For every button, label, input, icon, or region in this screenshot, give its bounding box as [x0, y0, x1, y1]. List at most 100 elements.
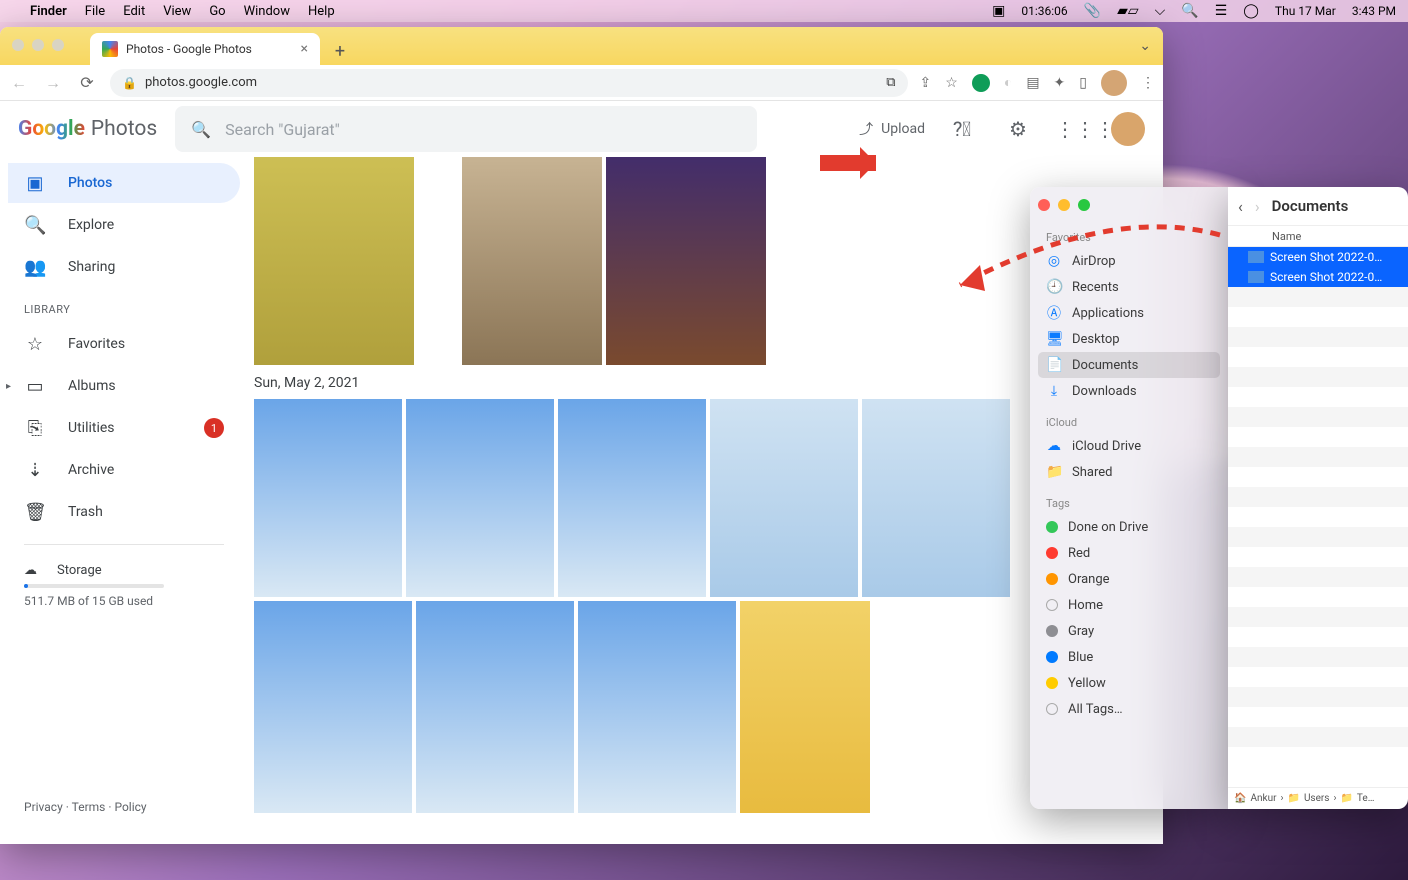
photo-thumbnail[interactable] [254, 601, 412, 813]
menu-go[interactable]: Go [209, 4, 225, 19]
photo-thumbnail[interactable] [606, 157, 766, 365]
apps-grid-icon[interactable]: ⋮⋮⋮ [1055, 117, 1093, 141]
back-button[interactable]: ‹ [1238, 197, 1243, 216]
photo-thumbnail[interactable] [740, 601, 870, 813]
menu-view[interactable]: View [163, 4, 191, 19]
file-row[interactable] [1228, 307, 1408, 327]
sidepanel-icon[interactable]: ▯ [1079, 75, 1087, 91]
window-traffic-lights[interactable] [12, 39, 64, 51]
sidebar-tag[interactable]: Blue [1038, 644, 1220, 670]
forward-button[interactable]: → [42, 73, 64, 93]
star-icon[interactable]: ☆ [945, 75, 958, 91]
sidebar-tag[interactable]: Home [1038, 592, 1220, 618]
file-row[interactable] [1228, 287, 1408, 307]
sidebar-item-photos[interactable]: ▣Photos [8, 163, 240, 203]
file-row[interactable] [1228, 447, 1408, 467]
file-row[interactable] [1228, 367, 1408, 387]
sidebar-item-explore[interactable]: 🔍Explore [8, 205, 240, 245]
photo-thumbnail[interactable] [254, 157, 414, 365]
settings-icon[interactable]: ⚙ [999, 117, 1037, 141]
file-row[interactable] [1228, 567, 1408, 587]
file-row[interactable] [1228, 707, 1408, 727]
forward-button[interactable]: › [1255, 197, 1260, 216]
file-row[interactable] [1228, 687, 1408, 707]
file-row[interactable] [1228, 467, 1408, 487]
footer-terms-link[interactable]: Terms [72, 800, 106, 814]
file-row[interactable] [1228, 587, 1408, 607]
photo-thumbnail[interactable] [862, 399, 1010, 597]
search-input[interactable]: 🔍 Search "Gujarat" [175, 106, 757, 152]
sidebar-item-archive[interactable]: ⇣Archive [8, 450, 240, 490]
menubar-time[interactable]: 3:43 PM [1352, 4, 1396, 18]
sidebar-tag[interactable]: Gray [1038, 618, 1220, 644]
file-row[interactable] [1228, 607, 1408, 627]
menu-edit[interactable]: Edit [123, 4, 145, 19]
photo-thumbnail[interactable] [462, 157, 602, 365]
sidebar-item-albums[interactable]: ▸▭Albums [8, 366, 240, 406]
path-bar[interactable]: 🏠Ankur› 📁Users› 📁Te… [1228, 787, 1408, 809]
sidebar-tag[interactable]: Done on Drive [1038, 514, 1220, 540]
expand-caret-icon[interactable]: ▸ [6, 381, 11, 392]
file-row[interactable] [1228, 347, 1408, 367]
file-row[interactable] [1228, 727, 1408, 747]
sidebar-item-trash[interactable]: 🗑Trash [8, 492, 240, 532]
file-row[interactable] [1228, 427, 1408, 447]
sidebar-tag[interactable]: All Tags… [1038, 696, 1220, 722]
account-avatar[interactable] [1111, 112, 1145, 146]
upload-button[interactable]: ⤴ Upload [859, 119, 925, 139]
browser-tab[interactable]: Photos - Google Photos × [90, 33, 320, 65]
menubar-app-name[interactable]: Finder [30, 4, 67, 19]
share-icon[interactable]: ⇪ [920, 75, 932, 91]
wifi-icon[interactable]: ⌵ [1155, 3, 1166, 19]
footer-policy-link[interactable]: Policy [114, 800, 146, 814]
photo-thumbnail[interactable] [578, 601, 736, 813]
open-in-new-icon[interactable]: ⧉ [886, 75, 895, 90]
file-row[interactable] [1228, 407, 1408, 427]
new-tab-button[interactable]: + [326, 37, 354, 65]
back-button[interactable]: ← [8, 73, 30, 93]
sidebar-tag[interactable]: Orange [1038, 566, 1220, 592]
screen-record-icon[interactable]: ▣ [992, 3, 1005, 19]
address-bar[interactable]: 🔒 photos.google.com ⧉ [110, 69, 908, 97]
help-icon[interactable]: ?⃝ [943, 117, 981, 141]
extensions-puzzle-icon[interactable]: ✦ [1054, 75, 1066, 91]
menu-window[interactable]: Window [244, 4, 290, 19]
control-center-icon[interactable]: ☰ [1215, 3, 1228, 19]
file-row[interactable] [1228, 387, 1408, 407]
menu-file[interactable]: File [85, 4, 105, 19]
sidebar-item-shared[interactable]: 📁Shared [1038, 459, 1220, 485]
sidebar-item-favorites[interactable]: ☆Favorites [8, 324, 240, 364]
file-row[interactable]: Screen Shot 2022-0… [1228, 267, 1408, 287]
window-traffic-lights[interactable] [1038, 199, 1220, 211]
extension-icon[interactable]: ▤ [1026, 75, 1039, 91]
attachment-icon[interactable]: 📎 [1084, 3, 1101, 19]
photo-thumbnail[interactable] [710, 399, 858, 597]
sidebar-item-documents[interactable]: 📄Documents [1038, 352, 1220, 378]
gphotos-logo[interactable]: Google Photos [18, 117, 157, 141]
battery-icon[interactable]: ▰▱ [1117, 3, 1139, 19]
sidebar-item-icloud-drive[interactable]: ☁iCloud Drive [1038, 433, 1220, 459]
chrome-menu-icon[interactable]: ⋮ [1141, 75, 1155, 91]
file-row[interactable] [1228, 627, 1408, 647]
reload-button[interactable]: ⟳ [76, 73, 98, 92]
sidebar-tag[interactable]: Yellow [1038, 670, 1220, 696]
footer-privacy-link[interactable]: Privacy [24, 800, 63, 814]
photo-thumbnail[interactable] [254, 399, 402, 597]
file-row[interactable] [1228, 547, 1408, 567]
tabstrip-chevron-icon[interactable]: ⌄ [1139, 38, 1151, 54]
sidebar-tag[interactable]: Red [1038, 540, 1220, 566]
file-row[interactable] [1228, 647, 1408, 667]
photo-thumbnail[interactable] [406, 399, 554, 597]
file-row[interactable] [1228, 507, 1408, 527]
sidebar-item-sharing[interactable]: 👥Sharing [8, 247, 240, 287]
file-row[interactable]: Screen Shot 2022-0… [1228, 247, 1408, 267]
extension-icon[interactable]: ◐ [1004, 74, 1012, 91]
photo-thumbnail[interactable] [416, 601, 574, 813]
chrome-profile-avatar[interactable] [1101, 70, 1127, 96]
lock-icon[interactable]: 🔒 [122, 76, 137, 90]
file-row[interactable] [1228, 667, 1408, 687]
extension-grammarly-icon[interactable] [972, 74, 990, 92]
menubar-date[interactable]: Thu 17 Mar [1275, 4, 1336, 18]
storage-section[interactable]: ☁Storage 511.7 MB of 15 GB used [8, 557, 240, 614]
file-row[interactable] [1228, 487, 1408, 507]
